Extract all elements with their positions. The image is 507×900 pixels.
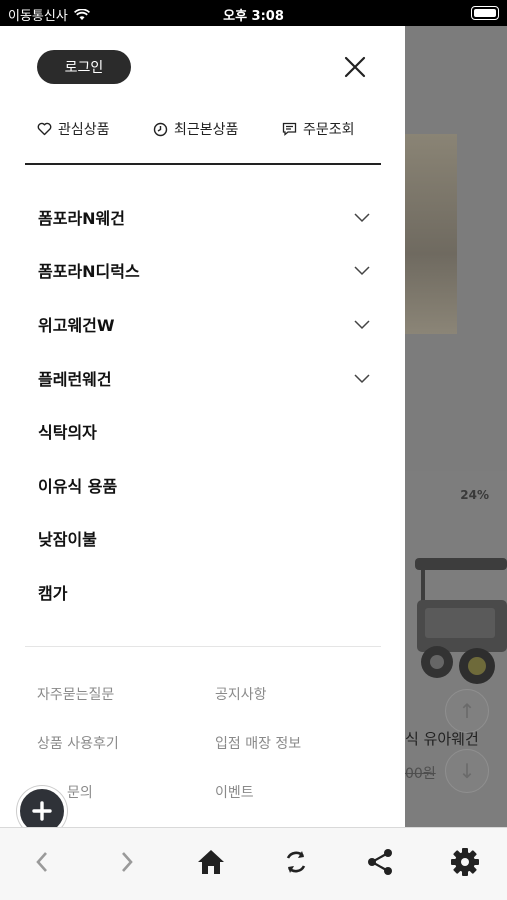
side-drawer: 로그인 관심상품 최근본상품 주문조회 폼포라N웨건 폼포라N디럭스 위고웨건W… xyxy=(0,26,405,836)
link-event[interactable]: 이벤트 xyxy=(215,782,254,802)
status-bar: 이동통신사 오후 3:08 xyxy=(0,0,507,26)
scroll-bottom-button[interactable]: ↓ xyxy=(445,749,489,793)
menu-item-label: 플레런웨건 xyxy=(38,369,112,389)
menu-item-wigo-wagon[interactable]: 위고웨건W xyxy=(25,297,381,351)
refresh-icon xyxy=(286,851,305,873)
share-icon xyxy=(368,849,393,875)
menu-item-pompora-wagon[interactable]: 폼포라N웨건 xyxy=(25,190,381,244)
chevron-down-icon xyxy=(354,320,370,330)
refresh-button[interactable] xyxy=(276,844,316,880)
plus-icon xyxy=(32,801,52,821)
link-reviews[interactable]: 상품 사용후기 xyxy=(37,733,119,753)
menu-item-high-chair[interactable]: 식탁의자 xyxy=(25,404,381,458)
discount-badge: 24% xyxy=(460,488,489,502)
back-button[interactable] xyxy=(22,844,62,880)
quicklink-label: 최근본상품 xyxy=(174,122,239,138)
clock: 오후 3:08 xyxy=(223,9,284,24)
menu-item-camping[interactable]: 캠가 xyxy=(25,565,381,619)
back-icon xyxy=(36,852,48,872)
link-inquiry[interactable]: 문의 xyxy=(67,782,93,802)
settings-icon xyxy=(450,848,479,876)
scroll-top-button[interactable]: ↑ xyxy=(445,689,489,733)
battery-icon xyxy=(471,6,499,20)
receipt-icon xyxy=(282,122,297,136)
menu-item-baby-food[interactable]: 이유식 용품 xyxy=(25,458,381,512)
clock-icon xyxy=(153,122,168,136)
menu-item-label: 캠가 xyxy=(38,583,68,603)
link-store-info[interactable]: 입점 매장 정보 xyxy=(215,733,301,753)
quicklink-label: 관심상품 xyxy=(58,122,110,138)
settings-button[interactable] xyxy=(445,844,485,880)
wagon-product-image xyxy=(415,558,507,684)
close-button[interactable] xyxy=(340,52,370,82)
background-page[interactable]: 24% 식 유아웨건 00원 ↑ ↓ xyxy=(405,26,507,827)
home-icon xyxy=(198,850,225,874)
chevron-down-icon xyxy=(354,266,370,276)
link-notice[interactable]: 공지사항 xyxy=(215,684,267,704)
arrow-down-icon: ↓ xyxy=(458,759,476,783)
quicklink-recent[interactable]: 최근본상품 xyxy=(153,119,238,139)
chevron-down-icon xyxy=(354,213,370,222)
arrow-up-icon: ↑ xyxy=(458,699,476,723)
close-icon xyxy=(344,56,366,78)
background-product-photo xyxy=(405,134,457,334)
link-faq[interactable]: 자주묻는질문 xyxy=(37,684,114,704)
heart-icon xyxy=(37,122,52,136)
footer-divider xyxy=(25,646,381,647)
menu-item-label: 이유식 용품 xyxy=(38,476,118,496)
forward-button[interactable] xyxy=(107,844,147,880)
quicklink-wishlist[interactable]: 관심상품 xyxy=(37,119,110,139)
menu-item-nap-blanket[interactable]: 낮잠이불 xyxy=(25,512,381,566)
quicklink-orders[interactable]: 주문조회 xyxy=(282,119,355,139)
background-product-price: 00원 xyxy=(405,766,436,782)
home-button[interactable] xyxy=(191,844,231,880)
forward-icon xyxy=(121,852,133,872)
section-divider xyxy=(25,163,381,165)
menu-item-pompora-deluxe[interactable]: 폼포라N디럭스 xyxy=(25,244,381,298)
menu-item-label: 폼포라N웨건 xyxy=(38,208,125,228)
bottom-toolbar xyxy=(0,827,507,900)
menu-item-label: 낮잠이불 xyxy=(38,530,97,550)
menu-item-label: 위고웨건W xyxy=(38,315,115,335)
quicklink-label: 주문조회 xyxy=(303,122,355,138)
menu-item-label: 폼포라N디럭스 xyxy=(38,262,140,282)
menu-item-playrun-wagon[interactable]: 플레런웨건 xyxy=(25,351,381,405)
category-menu: 폼포라N웨건 폼포라N디럭스 위고웨건W 플레런웨건 식탁의자 이유식 용품 낮… xyxy=(25,190,381,619)
quick-links: 관심상품 최근본상품 주문조회 xyxy=(37,119,377,141)
chevron-down-icon xyxy=(354,374,370,383)
login-button[interactable]: 로그인 xyxy=(37,50,131,84)
share-button[interactable] xyxy=(360,844,400,880)
menu-item-label: 식탁의자 xyxy=(38,423,97,443)
